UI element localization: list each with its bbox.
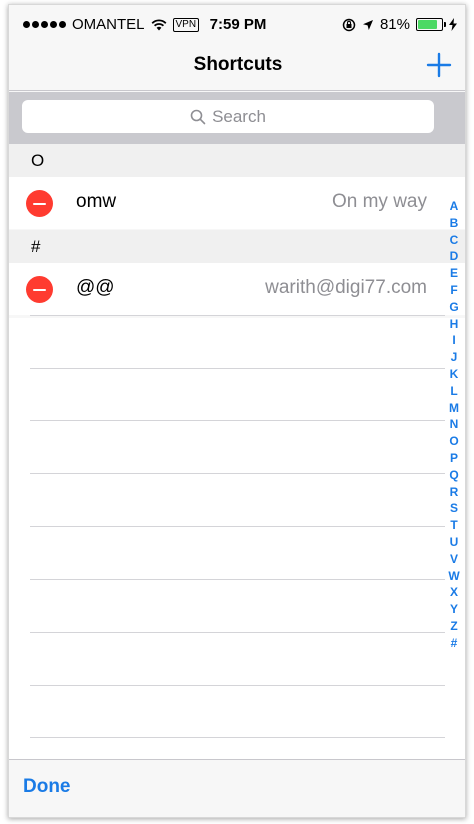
- location-arrow-icon: [362, 19, 373, 30]
- index-letter-w[interactable]: W: [448, 568, 459, 585]
- minus-icon: [33, 288, 46, 291]
- row-separator: [30, 579, 445, 580]
- index-letter-m[interactable]: M: [449, 400, 459, 417]
- row-separator: [30, 685, 445, 686]
- index-letter-b[interactable]: B: [450, 215, 459, 232]
- row-separator: [30, 473, 445, 474]
- search-input[interactable]: Search: [22, 100, 434, 133]
- row-separator: [30, 632, 445, 633]
- bottom-toolbar: Done: [9, 759, 465, 817]
- index-letter-s[interactable]: S: [450, 500, 458, 517]
- row-separator: [30, 737, 445, 738]
- index-letter-o[interactable]: O: [449, 433, 458, 450]
- delete-button[interactable]: [26, 190, 53, 217]
- add-shortcut-button[interactable]: [425, 51, 453, 79]
- row-separator: [30, 420, 445, 421]
- plus-icon: [426, 52, 452, 78]
- battery-percent: 81%: [379, 16, 410, 33]
- phone-screen: OMANTEL VPN 7:59 PM 81% Shortcuts Search…: [8, 4, 466, 818]
- battery-level: [418, 20, 437, 29]
- status-right: 81%: [342, 16, 457, 33]
- index-letter-h[interactable]: H: [450, 316, 459, 333]
- index-letter-a[interactable]: A: [450, 198, 459, 215]
- search-placeholder: Search: [212, 106, 266, 126]
- index-letter-g[interactable]: G: [449, 299, 458, 316]
- status-bar: OMANTEL VPN 7:59 PM 81%: [9, 5, 465, 45]
- index-letter-x[interactable]: X: [450, 584, 458, 601]
- index-letter-l[interactable]: L: [450, 383, 457, 400]
- index-letter-d[interactable]: D: [450, 248, 459, 265]
- index-letter-f[interactable]: F: [450, 282, 457, 299]
- index-letter-i[interactable]: I: [452, 332, 455, 349]
- shortcut-row[interactable]: omw On my way: [9, 177, 465, 229]
- index-letter-e[interactable]: E: [450, 265, 458, 282]
- row-separator: [30, 368, 445, 369]
- page-title: Shortcuts: [193, 54, 283, 75]
- done-button[interactable]: Done: [23, 776, 71, 798]
- search-bar: Search: [9, 92, 465, 144]
- empty-list-area: [9, 318, 465, 759]
- index-letter-y[interactable]: Y: [450, 601, 458, 618]
- index-letter-t[interactable]: T: [450, 517, 457, 534]
- battery-icon: [416, 18, 446, 31]
- section-header-hash: #: [9, 230, 465, 263]
- navigation-bar: Shortcuts: [9, 45, 465, 91]
- index-letter-q[interactable]: Q: [449, 467, 458, 484]
- shortcut-phrase: omw: [76, 191, 117, 212]
- minus-icon: [33, 202, 46, 205]
- index-letter-n[interactable]: N: [450, 416, 459, 433]
- index-letter-c[interactable]: C: [450, 232, 459, 249]
- search-icon: [190, 109, 206, 124]
- shortcut-phrase: @@: [76, 277, 115, 298]
- index-letter-z[interactable]: Z: [450, 618, 457, 635]
- section-header-o: O: [9, 144, 465, 177]
- index-letter-hash[interactable]: #: [451, 635, 458, 652]
- delete-button[interactable]: [26, 276, 53, 303]
- row-separator: [30, 526, 445, 527]
- section-index[interactable]: A B C D E F G H I J K L M N O P Q R S T U V W X Y Z #: [444, 198, 464, 652]
- index-letter-r[interactable]: R: [450, 484, 459, 501]
- index-letter-v[interactable]: V: [450, 551, 458, 568]
- index-letter-u[interactable]: U: [450, 534, 459, 551]
- row-separator: [30, 315, 445, 316]
- shortcut-row[interactable]: @@ warith@digi77.com: [9, 263, 465, 315]
- index-letter-p[interactable]: P: [450, 450, 458, 467]
- charging-bolt-icon: [449, 18, 457, 31]
- shortcut-expansion: On my way: [331, 191, 427, 212]
- rotation-lock-icon: [342, 18, 356, 31]
- index-letter-k[interactable]: K: [450, 366, 459, 383]
- index-letter-j[interactable]: J: [451, 349, 458, 366]
- shortcut-expansion: warith@digi77.com: [265, 277, 427, 298]
